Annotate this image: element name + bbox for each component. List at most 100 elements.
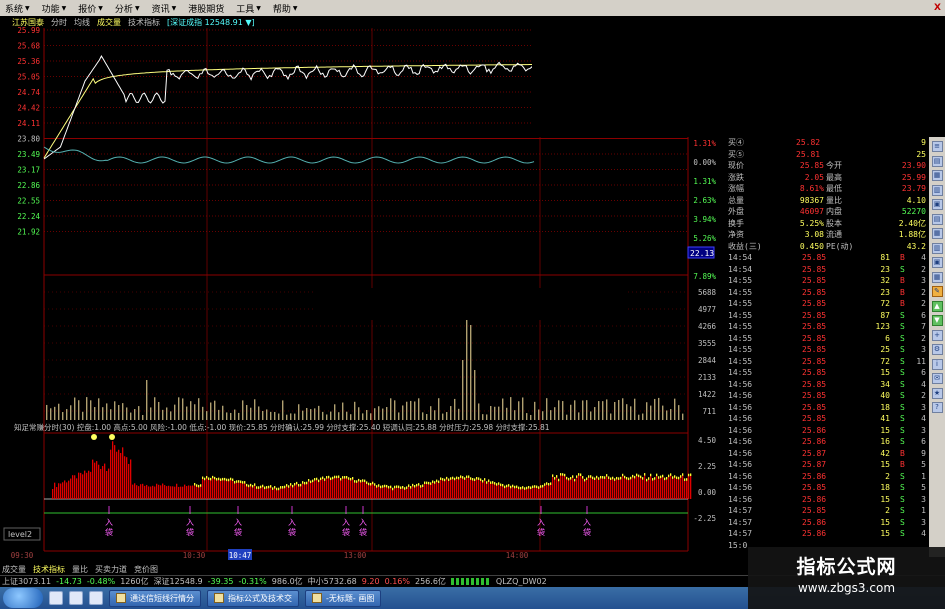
indicator-cap [622,473,624,477]
start-button[interactable] [3,588,43,608]
indicator-cap [364,479,366,483]
taskbar-app-formula[interactable]: 指标公式及技术交 [207,589,299,607]
tab-volume[interactable]: 成交量 [97,17,121,28]
indicator-bar [280,488,282,499]
tick-side: S [900,471,905,481]
pencil-icon[interactable]: ✎ [931,286,943,297]
indicator-bar [426,483,428,499]
tab-auction[interactable]: 竞价图 [134,564,158,575]
calendar-icon[interactable]: ▦ [931,228,943,239]
mail-icon[interactable]: ✉ [931,373,943,384]
volume-bar [594,407,596,420]
table-icon[interactable]: ▦ [931,170,943,181]
tick-time: 14:56 [728,460,753,469]
quicklaunch-icon[interactable] [49,591,63,605]
indicator-bar [320,479,322,499]
document-icon[interactable]: ▤ [931,213,943,225]
tab-buy-sell-power[interactable]: 买卖力道 [95,564,127,575]
tab-volume-ratio[interactable]: 量比 [72,564,88,575]
star-icon[interactable]: ★ [931,387,943,399]
indicator-cap [226,478,228,482]
signal-bars-icon [450,578,491,585]
tab-tech-indicator[interactable]: 技术指标 [33,564,65,575]
indicator-bar [124,456,126,499]
taskbar-app-tdx[interactable]: 通达信短线行情分 [109,589,201,607]
indicator-bar [484,480,486,499]
arrow-up-icon[interactable]: ▲ [931,300,943,312]
grid-icon[interactable]: ▥ [931,184,943,196]
indicator-cap [592,476,594,480]
panel-icon[interactable]: ▥ [931,242,943,254]
indicator-cap [248,484,250,488]
volume-bar [502,398,504,420]
indicator-bar [104,463,106,499]
indicator-cap [208,477,210,480]
menu-function[interactable]: 功能 ▼ [39,2,76,15]
settings-icon[interactable]: ⚙ [931,344,943,355]
sh-pct: -0.48% [86,577,116,586]
indicator-cap [648,477,650,480]
quicklaunch-icon[interactable] [69,591,83,605]
volume-bar [110,409,112,420]
info-icon[interactable]: i [931,358,943,370]
indicator-bar [254,485,256,499]
indicator-cap [650,473,652,477]
menu-news[interactable]: 资讯 ▼ [149,2,186,15]
window-icon[interactable]: ▣ [931,199,943,210]
zoom-icon[interactable]: + [931,329,943,341]
volume-bar [442,413,444,420]
indicator-cap [544,483,546,486]
indicator-bar [522,488,524,499]
menu-help[interactable]: 帮助 ▼ [270,2,307,15]
volume-bar [310,409,312,420]
tick-time: 14:55 [728,368,753,377]
indicator-cap [672,476,674,479]
tick-row: 14:55 25.85 72 B 2 [726,298,926,309]
help-icon[interactable]: ? [931,402,943,413]
chart-icon[interactable]: ▤ [931,155,943,167]
menu-tools[interactable]: 工具 ▼ [233,2,270,15]
menu-analysis[interactable]: 分析 ▼ [112,2,149,15]
arrow-down-icon[interactable]: ▼ [931,315,943,326]
close-icon[interactable]: X [934,3,945,13]
menu-quote[interactable]: 报价 ▼ [75,2,112,15]
tab-indicator[interactable]: 技术指标 [128,17,160,28]
indicator-cap [266,486,268,489]
tick-row: 14:56 25.85 40 S 2 [726,390,926,401]
price-line [43,54,535,160]
signal-label: 入 [186,518,194,527]
volume-bar [146,380,148,420]
volume-bar [362,413,364,420]
indicator-cap [484,478,486,481]
indicator-cap [550,482,552,485]
quicklaunch-icon[interactable] [89,591,103,605]
volume-bar [542,411,544,420]
tick-side: S [900,506,905,515]
indicator-cap [398,485,400,489]
stat-value: 23.79 [901,184,926,193]
taskbar-app-paint[interactable]: -无标题- 画图 [305,589,382,607]
indicator-cap [302,481,304,484]
list-icon[interactable]: ≡ [931,141,943,152]
layout-icon[interactable]: ▣ [931,257,943,268]
menu-hk-futures[interactable]: 港股期货 [185,2,233,15]
tab-intraday[interactable]: 分时 [51,17,67,28]
tab-volume-bottom[interactable]: 成交量 [2,564,26,575]
tick-row: 14:55 25.85 72 S 11 [726,356,926,367]
volume-bar [370,413,372,420]
indicator-cap [210,477,212,481]
tick-row: 14:56 25.85 34 S 4 [726,379,926,390]
split-icon[interactable]: ▦ [931,271,943,283]
indicator-bar [318,481,320,499]
menu-label: 系统 [5,4,24,15]
menu-system[interactable]: 系统 ▼ [2,2,39,15]
indicator-bar [504,487,506,499]
tick-count: 5 [921,483,926,492]
indicator-bar [526,488,528,499]
indicator-cap [412,483,414,487]
chevron-down-icon: ▼ [256,4,261,12]
indicator-bar [80,472,82,499]
tab-avg[interactable]: 均线 [74,17,90,28]
indicator-bar [578,475,580,499]
indicator-bar [658,478,660,499]
